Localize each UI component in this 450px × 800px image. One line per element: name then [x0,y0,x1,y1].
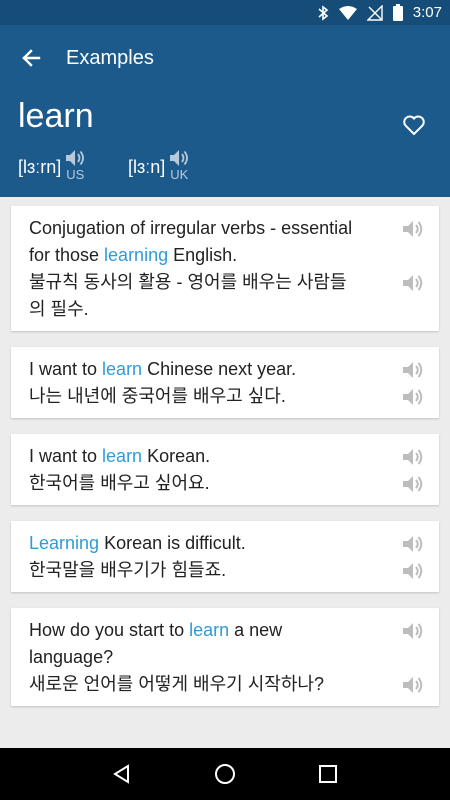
highlighted-word: learn [102,359,143,379]
system-nav-bar [0,748,450,800]
wifi-icon [338,5,357,20]
app-bar: Examples [0,25,450,91]
speaker-icon [403,677,423,693]
speaker-icon [66,150,85,166]
english-line: How do you start to learn a new [29,617,397,644]
korean-line: 한국말을 배우기가 힘들죠. [29,560,227,580]
highlighted-word: Learning [29,533,100,553]
text-segment: Korean is difficult. [99,533,246,553]
english-audio-button[interactable] [401,217,425,241]
pronunciation-region: UK [170,167,189,182]
nav-recents-icon [319,765,338,783]
example-card: I want to learn Chinese next year. 나는 내년에… [11,347,439,418]
highlighted-word: learning [104,245,169,265]
nav-back-button[interactable] [98,750,146,798]
highlighted-word: learn [102,446,143,466]
no-signal-icon [366,4,383,21]
english-sentence: Conjugation of irregular verbs - essenti… [29,215,397,269]
bluetooth-icon [317,4,329,21]
english-line: I want to learn Chinese next year. [29,356,397,383]
favorite-button[interactable] [392,103,436,147]
example-list: Conjugation of irregular verbs - essenti… [11,206,439,722]
speaker-icon [403,449,423,465]
speaker-icon [403,476,423,492]
speaker-icon [403,563,423,579]
korean-sentence: 불규칙 동사의 활용 - 영어를 배우는 사람들의 필수. [29,269,397,323]
speaker-icon [170,150,189,166]
nav-back-icon [112,764,129,784]
korean-sentence: 한국말을 배우기가 힘들죠. [29,557,397,584]
text-segment: Chinese next year. [142,359,297,379]
english-audio-button[interactable] [401,619,425,643]
english-line: Learning Korean is difficult. [29,530,397,557]
korean-sentence: 새로운 언어를 어떻게 배우기 시작하나? [29,671,397,698]
speaker-icon [403,275,423,291]
korean-line: 의 필수. [29,299,89,319]
korean-line: 나는 내년에 중국어를 배우고 싶다. [29,386,286,406]
pronunciation-ipa: [lɜːn] [128,157,166,177]
korean-line: 새로운 언어를 어떻게 배우기 시작하나? [29,674,324,694]
pronunciation-region: US [66,167,85,182]
text-segment: English. [168,245,238,265]
english-audio-button[interactable] [401,532,425,556]
text-segment: I want to [29,446,103,466]
korean-audio-button[interactable] [401,472,425,496]
text-segment: I want to [29,359,103,379]
highlighted-word: learn [189,620,230,640]
example-card: How do you start to learn a new language?… [11,608,439,706]
text-segment: a new [229,620,283,640]
pronunciation-uk-audio-button[interactable]: UK [169,149,189,182]
korean-sentence: 한국어를 배우고 싶어요. [29,470,397,497]
pronunciation-uk: [lɜːn] UK [128,149,189,182]
headword: learn [18,97,94,135]
text-segment: How do you start to [29,620,190,640]
english-line: Conjugation of irregular verbs - essenti… [29,218,353,238]
nav-home-icon [214,764,235,784]
nav-recents-button[interactable] [304,750,352,798]
word-header: learn [lɜːrn] US [lɜːn] UK [0,91,450,197]
battery-icon [392,4,403,21]
pronunciation-us-audio-button[interactable]: US [65,149,85,182]
nav-home-button[interactable] [201,750,249,798]
english-sentence: How do you start to learn a new language? [29,617,397,671]
speaker-icon [403,536,423,552]
speaker-icon [403,362,423,378]
pronunciation-us: [lɜːrn] US [18,149,85,182]
status-time: 3:07 [412,4,442,21]
korean-line: 불규칙 동사의 활용 - 영어를 배우는 사람들 [29,272,347,292]
korean-audio-button[interactable] [401,559,425,583]
korean-audio-button[interactable] [401,271,425,295]
example-card: I want to learn Korean. 한국어를 배우고 싶어요. [11,434,439,505]
example-card: Conjugation of irregular verbs - essenti… [11,206,439,331]
korean-audio-button[interactable] [401,385,425,409]
korean-audio-button[interactable] [401,673,425,697]
text-segment: for those [29,245,105,265]
english-audio-button[interactable] [401,358,425,382]
korean-line: 한국어를 배우고 싶어요. [29,473,210,493]
korean-sentence: 나는 내년에 중국어를 배우고 싶다. [29,383,397,410]
arrow-back-icon [22,49,41,67]
speaker-icon [403,389,423,405]
english-line: language? [29,647,114,667]
english-sentence: Learning Korean is difficult. [29,530,397,557]
english-sentence: I want to learn Chinese next year. [29,356,397,383]
pronunciation-ipa: [lɜːrn] [18,157,62,177]
english-sentence: I want to learn Korean. [29,443,397,470]
example-card: Learning Korean is difficult. 한국말을 배우기가 힘… [11,521,439,592]
heart-outline-icon [403,115,425,136]
back-button[interactable] [7,34,55,82]
page-title: Examples [66,46,154,69]
english-line: I want to learn Korean. [29,443,397,470]
speaker-icon [403,221,423,237]
english-line: for those learning English. [29,242,397,269]
text-segment: Korean. [142,446,211,466]
english-audio-button[interactable] [401,445,425,469]
speaker-icon [403,623,423,639]
status-bar: 3:07 [0,0,450,25]
